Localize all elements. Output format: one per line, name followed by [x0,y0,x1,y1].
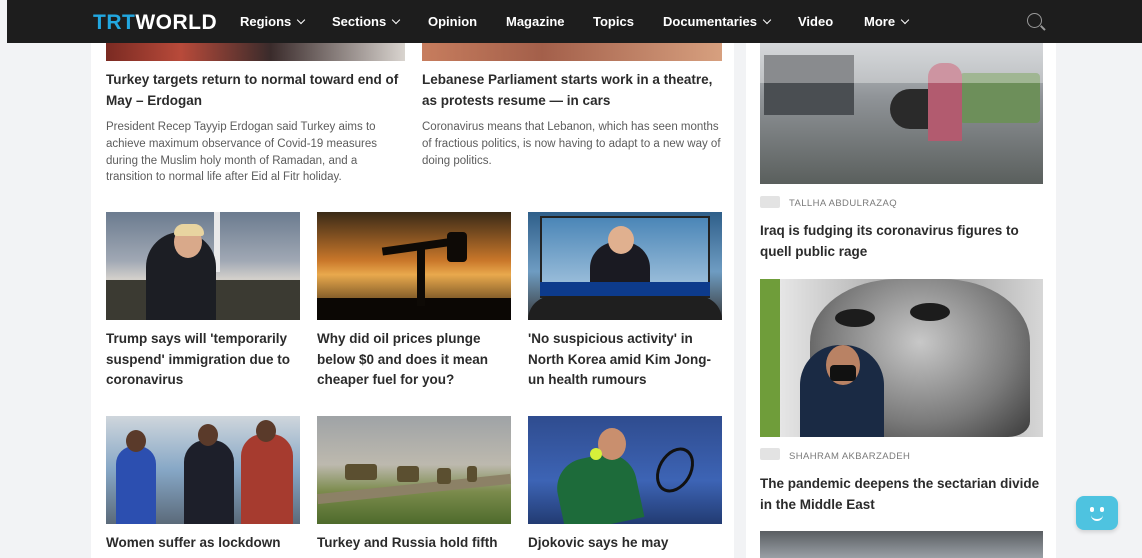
nav-opinion[interactable]: Opinion [428,14,477,29]
chevron-down-icon [900,15,910,25]
trt-world-logo[interactable]: TRTWORLD [93,11,217,35]
featured-image-lebanon[interactable] [422,43,722,61]
nav-more[interactable]: More [864,14,910,29]
article-title-djokovic[interactable]: Djokovic says he may [528,533,722,554]
chevron-down-icon [762,15,772,25]
search-icon[interactable] [1027,13,1042,28]
sidebar-image-next[interactable] [760,531,1043,558]
main-column: Turkey targets return to normal toward e… [91,43,734,558]
article-image-trump[interactable] [106,212,300,320]
article-title-turkey-russia[interactable]: Turkey and Russia hold fifth [317,533,511,554]
author-name[interactable]: TALLHA ABDULRAZAQ [789,198,897,209]
sidebar-image-iraq[interactable] [760,43,1043,184]
featured-image-erdogan[interactable] [106,43,405,61]
article-title-trump[interactable]: Trump says will 'temporarily suspend' im… [106,329,300,391]
article-title-oil[interactable]: Why did oil prices plunge below $0 and d… [317,329,511,391]
sidebar-image-mural[interactable] [760,279,1043,437]
sidebar-title-sectarian[interactable]: The pandemic deepens the sectarian divid… [760,474,1043,515]
author-avatar [760,448,780,460]
top-nav: TRTWORLD Regions Sections Opinion Magazi… [7,0,1142,43]
nav-regions[interactable]: Regions [240,14,306,29]
nav-documentaries[interactable]: Documentaries [663,14,772,29]
article-image-oil[interactable] [317,212,511,320]
article-image-kim[interactable] [528,212,722,320]
nav-magazine[interactable]: Magazine [506,14,565,29]
article-image-djokovic[interactable] [528,416,722,524]
featured-title-erdogan[interactable]: Turkey targets return to normal toward e… [106,70,406,111]
opinion-sidebar: TALLHA ABDULRAZAQ Iraq is fudging its co… [746,43,1056,558]
chevron-down-icon [297,15,306,25]
chat-assistant-button[interactable] [1076,496,1118,530]
featured-summary-erdogan: President Recep Tayyip Erdogan said Turk… [106,121,378,184]
article-image-women[interactable] [106,416,300,524]
nav-sections[interactable]: Sections [332,14,401,29]
author-name[interactable]: SHAHRAM AKBARZADEH [789,451,910,462]
article-title-kim[interactable]: 'No suspicious activity' in North Korea … [528,329,722,391]
featured-summary-lebanon: Coronavirus means that Lebanon, which ha… [422,121,721,167]
chat-bot-icon [1090,507,1094,512]
featured-title-lebanon[interactable]: Lebanese Parliament starts work in a the… [422,70,722,111]
sidebar-title-iraq[interactable]: Iraq is fudging its coronavirus figures … [760,221,1043,262]
article-title-women[interactable]: Women suffer as lockdown [106,533,300,554]
nav-topics[interactable]: Topics [593,14,634,29]
article-image-tanks[interactable] [317,416,511,524]
chevron-down-icon [391,15,401,25]
nav-video[interactable]: Video [798,14,833,29]
author-avatar [760,196,780,208]
